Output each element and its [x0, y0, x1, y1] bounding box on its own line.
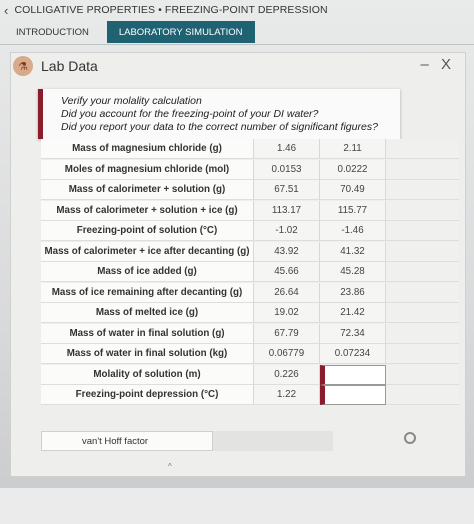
tooltip-line: Verify your molality calculation	[61, 95, 202, 107]
trial2-input[interactable]	[320, 385, 386, 405]
empty-cell	[386, 364, 459, 385]
table-row: Moles of magnesium chloride (mol) 0.0153 0…	[41, 159, 459, 181]
empty-cell	[386, 139, 459, 159]
feedback-tooltip: Verify your molality calculation Did you…	[38, 89, 400, 139]
trial1-value: 0.226	[254, 364, 320, 385]
row-label: Mass of calorimeter + ice after decantin…	[41, 241, 254, 262]
table-row: Mass of calorimeter + ice after decantin…	[41, 241, 459, 263]
row-label: Mass of water in final solution (kg)	[41, 344, 254, 364]
row-label: Molality of solution (m)	[41, 364, 254, 385]
trial1-value: 1.22	[254, 385, 320, 405]
tab-introduction[interactable]: INTRODUCTION	[0, 21, 101, 43]
row-label: Freezing-point of solution (°C)	[41, 221, 254, 241]
trial1-value: 1.46	[254, 139, 320, 159]
empty-cell	[386, 385, 459, 405]
row-label: Mass of magnesium chloride (g)	[41, 139, 254, 159]
row-label: Mass of calorimeter + solution + ice (g)	[41, 200, 254, 221]
table-row: Mass of ice remaining after decanting (g…	[41, 282, 459, 304]
table-row: Freezing-point depression (°C) 1.22	[41, 385, 459, 406]
trial1-value: 19.02	[254, 303, 320, 323]
table-row: Mass of water in final solution (kg) 0.06…	[41, 344, 459, 365]
row-label: Mass of water in final solution (g)	[41, 323, 254, 344]
trial2-value: 70.49	[320, 180, 386, 200]
row-label: Moles of magnesium chloride (mol)	[41, 159, 254, 180]
vant-hoff-field[interactable]	[213, 431, 333, 451]
trial2-value: 115.77	[320, 200, 386, 221]
empty-cell	[386, 221, 459, 241]
panel-header: ⚗ Lab Data – X	[11, 53, 465, 79]
empty-cell	[386, 344, 459, 364]
busy-cursor-icon	[404, 432, 416, 444]
trial2-value: 23.86	[320, 282, 386, 303]
empty-cell	[386, 200, 459, 221]
empty-cell	[386, 159, 459, 180]
trial2-input[interactable]	[320, 364, 386, 385]
tab-laboratory-simulation[interactable]: LABORATORY SIMULATION	[106, 21, 255, 43]
table-row: Freezing-point of solution (°C) -1.02 -1.4…	[41, 221, 459, 242]
trial2-value: 0.07234	[320, 344, 386, 364]
tab-bar: INTRODUCTION LABORATORY SIMULATION	[0, 20, 474, 44]
trial1-value: 67.51	[254, 180, 320, 200]
breadcrumb-bar: ‹ COLLIGATIVE PROPERTIES • FREEZING-POIN…	[0, 0, 474, 20]
trial1-value: 0.06779	[254, 344, 320, 364]
tooltip-line: Did you account for the freezing-point o…	[61, 108, 319, 120]
empty-cell	[386, 262, 459, 282]
caret-icon: ^	[168, 462, 172, 471]
vant-hoff-label: van't Hoff factor	[41, 431, 213, 451]
row-label: Mass of ice remaining after decanting (g…	[41, 282, 254, 303]
panel-window-controls[interactable]: – X	[420, 56, 455, 73]
row-label: Freezing-point depression (°C)	[41, 385, 254, 405]
panel-title: Lab Data	[41, 58, 98, 74]
tooltip-line: Did you report your data to the correct …	[61, 121, 378, 133]
tab-divider	[0, 44, 474, 45]
trial1-value: 113.17	[254, 200, 320, 221]
row-label: Mass of calorimeter + solution (g)	[41, 180, 254, 200]
empty-cell	[386, 303, 459, 323]
trial1-value: 26.64	[254, 282, 320, 303]
trial2-value: 45.28	[320, 262, 386, 282]
table-row: Molality of solution (m) 0.226	[41, 364, 459, 386]
trial1-value: -1.02	[254, 221, 320, 241]
table-row: Mass of calorimeter + solution + ice (g)…	[41, 200, 459, 222]
flask-icon: ⚗	[13, 56, 33, 76]
empty-cell	[386, 323, 459, 344]
table-row: Mass of melted ice (g) 19.02 21.42	[41, 303, 459, 324]
lab-data-table: Mass of magnesium chloride (g) 1.46 2.11 Mo…	[41, 139, 459, 406]
table-row: Mass of ice added (g) 45.66 45.28	[41, 262, 459, 283]
empty-cell	[386, 180, 459, 200]
table-row: Mass of magnesium chloride (g) 1.46 2.11	[41, 139, 459, 160]
footer-bar	[0, 488, 474, 524]
empty-cell	[386, 282, 459, 303]
trial2-value: 21.42	[320, 303, 386, 323]
chevron-left-icon[interactable]: ‹	[4, 3, 8, 18]
trial2-value: 41.32	[320, 241, 386, 262]
table-row: Mass of calorimeter + solution (g) 67.51 7…	[41, 180, 459, 201]
trial1-value: 43.92	[254, 241, 320, 262]
table-row: Mass of water in final solution (g) 67.79…	[41, 323, 459, 345]
trial2-value: 2.11	[320, 139, 386, 159]
trial2-value: 72.34	[320, 323, 386, 344]
lab-data-panel: ⚗ Lab Data – X Verify your molality calc…	[10, 52, 466, 477]
row-label: Mass of melted ice (g)	[41, 303, 254, 323]
trial2-value: -1.46	[320, 221, 386, 241]
trial1-value: 45.66	[254, 262, 320, 282]
trial2-value: 0.0222	[320, 159, 386, 180]
empty-cell	[386, 241, 459, 262]
page-title: COLLIGATIVE PROPERTIES • FREEZING-POINT …	[14, 4, 328, 16]
row-label: Mass of ice added (g)	[41, 262, 254, 282]
trial1-value: 0.0153	[254, 159, 320, 180]
trial1-value: 67.79	[254, 323, 320, 344]
